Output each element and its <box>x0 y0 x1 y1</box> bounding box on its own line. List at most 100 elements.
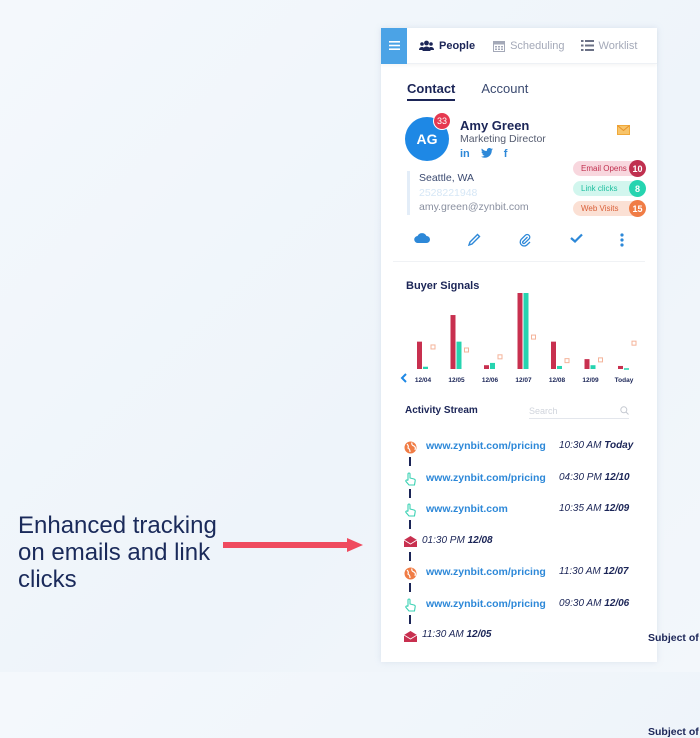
nav-tab-scheduling[interactable]: Scheduling <box>493 39 565 52</box>
activity-time-value: 01:30 PM <box>422 534 468 546</box>
activity-date: 12/05 <box>466 629 492 640</box>
activity-item[interactable]: www.zynbit.com 10:35 AM 12/09 <box>403 503 643 535</box>
more-icon[interactable] <box>620 233 624 247</box>
activity-search-input[interactable]: Search <box>529 403 629 419</box>
activity-text[interactable]: www.zynbit.com/pricing <box>426 566 554 578</box>
activity-text[interactable]: Subject of the email... <box>648 632 700 644</box>
activity-time-value: 09:30 AM <box>559 597 605 609</box>
marker-web-visits <box>531 334 536 340</box>
x-tick-label: 12/07 <box>515 377 532 384</box>
x-tick-label: 12/08 <box>549 377 566 384</box>
pencil-icon[interactable] <box>467 233 481 247</box>
activity-stream-title: Activity Stream <box>405 405 478 416</box>
social-links: in f <box>460 148 507 160</box>
check-icon[interactable] <box>570 233 583 243</box>
activity-item[interactable]: www.zynbit.com/pricing 10:30 AM Today <box>403 440 643 472</box>
activity-item[interactable]: Subject of the email... 01:30 PM 12/08 <box>403 535 700 644</box>
activity-stream: www.zynbit.com/pricing 10:30 AM Today www.… <box>403 440 700 738</box>
linkedin-icon[interactable]: in <box>460 148 470 160</box>
bar-link-clicks <box>590 365 596 369</box>
bar-email-opens <box>417 341 422 369</box>
activity-time: 10:30 AM Today <box>559 440 633 451</box>
bar-email-opens <box>484 365 489 369</box>
bar-email-opens <box>618 365 623 369</box>
bar-link-clicks <box>456 341 462 369</box>
activity-date: 12/07 <box>603 566 629 577</box>
activity-time-value: 04:30 PM <box>559 471 605 483</box>
activity-date: 12/10 <box>604 471 630 483</box>
tab-account[interactable]: Account <box>481 81 528 101</box>
action-bar <box>381 233 657 247</box>
activity-item[interactable]: www.zynbit.com/pricing 09:30 AM 12/06 <box>403 598 643 630</box>
stat-count: 10 <box>629 160 646 177</box>
marker-web-visits <box>430 344 436 350</box>
activity-time-value: 10:35 AM <box>559 503 605 514</box>
activity-text[interactable]: www.zynbit.com/pricing <box>426 440 554 452</box>
menu-button[interactable] <box>381 27 407 64</box>
x-tick-label: 12/05 <box>448 377 465 384</box>
bar-email-opens <box>584 359 590 369</box>
timeline-connector <box>409 457 411 466</box>
calendar-icon <box>493 40 506 52</box>
x-tick-label: 12/09 <box>582 377 599 384</box>
bar-email-opens <box>450 315 456 369</box>
bar-link-clicks <box>624 368 629 370</box>
hand-pointer-icon <box>403 471 417 486</box>
activity-time: 11:30 AM 12/05 <box>422 629 492 640</box>
activity-item[interactable]: www.zynbit.com/pricing 11:30 AM 12/07 <box>403 566 643 598</box>
activity-item[interactable]: www.zynbit.com/pricing 04:30 PM 12/10 <box>403 472 643 504</box>
contact-info: Seattle, WA 2528221948 amy.green@zynbit.… <box>407 171 529 215</box>
activity-time-value: 11:30 AM <box>422 629 467 640</box>
x-tick-label: 12/04 <box>415 377 432 384</box>
nav-tab-label: Scheduling <box>510 39 565 52</box>
contact-phone[interactable]: 2528221948 <box>419 186 529 201</box>
stat-link-clicks: Link clicks 8 <box>573 180 646 197</box>
bar-email-opens <box>551 341 556 369</box>
buyer-signals-chart: 12/04 12/05 12/06 12/07 12/08 12/09 Today <box>415 293 637 384</box>
mail-icon[interactable] <box>617 125 630 135</box>
nav-tab-people[interactable]: People <box>419 40 475 52</box>
globe-icon <box>403 566 417 580</box>
paperclip-icon[interactable] <box>518 233 532 247</box>
timeline-connector <box>409 520 411 529</box>
activity-item[interactable]: Subject of the email... 11:30 AM 12/05 <box>403 629 700 738</box>
bar-email-opens <box>517 293 523 369</box>
activity-time: 09:30 AM 12/06 <box>559 598 629 609</box>
hand-pointer-icon <box>403 597 417 612</box>
activity-time-value: 10:30 AM <box>559 440 605 451</box>
activity-date: 12/09 <box>604 503 630 514</box>
marker-web-visits <box>464 347 469 353</box>
cloud-icon[interactable] <box>413 233 430 243</box>
activity-time: 01:30 PM 12/08 <box>422 535 493 546</box>
twitter-icon[interactable] <box>480 148 493 158</box>
stat-label: Web Visits <box>581 204 619 213</box>
tab-contact[interactable]: Contact <box>407 81 456 101</box>
activity-date: 12/08 <box>467 534 493 546</box>
marker-web-visits <box>631 340 637 346</box>
contact-title: Marketing Director <box>460 133 546 145</box>
divider <box>393 261 645 262</box>
search-icon <box>620 406 629 415</box>
envelope-icon <box>403 535 417 549</box>
stat-count: 15 <box>629 200 646 217</box>
x-tick-label: Today <box>615 377 634 384</box>
activity-text[interactable]: Subject of the email... <box>648 726 700 738</box>
stat-web-visits: Web Visits 15 <box>573 200 646 217</box>
nav-tab-label: People <box>439 39 476 52</box>
nav-tab-worklist[interactable]: Worklist <box>580 40 637 52</box>
timeline-connector <box>409 583 411 592</box>
activity-text[interactable]: www.zynbit.com <box>426 503 554 515</box>
timeline-connector <box>409 614 411 624</box>
hand-pointer-icon <box>403 503 417 517</box>
contact-name: Amy Green <box>460 118 530 133</box>
activity-text[interactable]: www.zynbit.com/pricing <box>426 598 554 610</box>
search-placeholder: Search <box>529 405 558 416</box>
facebook-icon[interactable]: f <box>504 148 508 160</box>
marker-web-visits <box>497 354 503 360</box>
contact-email[interactable]: amy.green@zynbit.com <box>419 200 529 215</box>
activity-text[interactable]: www.zynbit.com/pricing <box>426 472 554 484</box>
bar-link-clicks <box>523 293 529 369</box>
marker-web-visits <box>598 357 603 363</box>
globe-icon <box>403 440 417 454</box>
chevron-left-icon[interactable] <box>400 373 407 383</box>
